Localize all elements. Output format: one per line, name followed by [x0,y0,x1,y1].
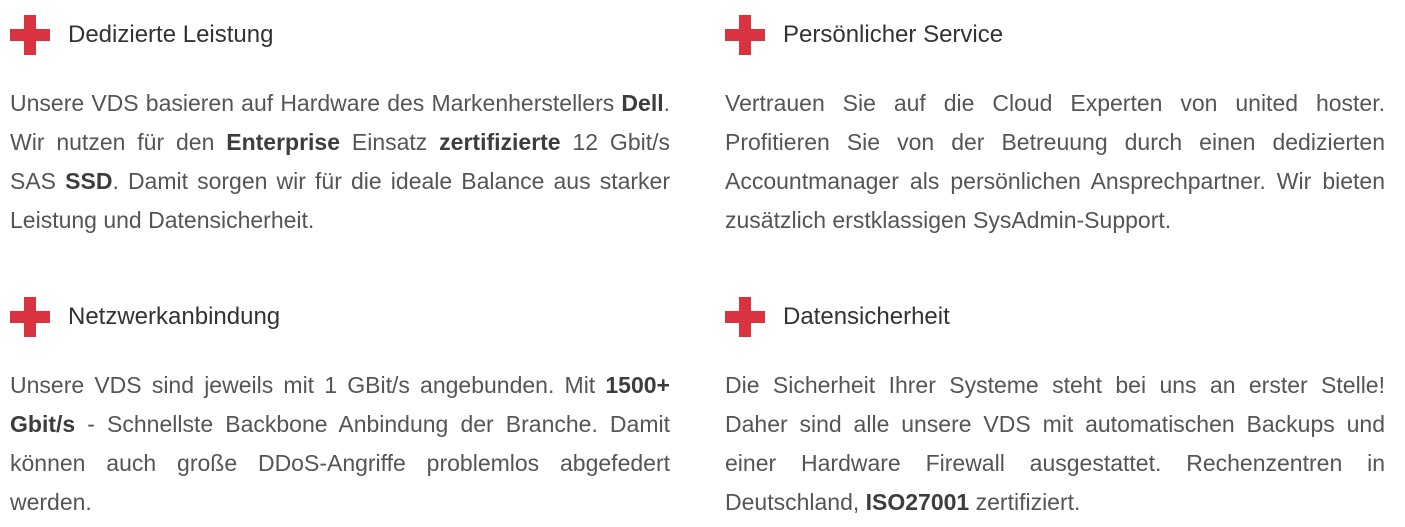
feature-network-connection: Netzwerkanbindung Unsere VDS sind jeweil… [10,296,670,522]
plus-icon [10,297,50,337]
feature-header: Datensicherheit [725,296,1385,338]
feature-description: Unsere VDS basieren auf Hardware des Mar… [10,84,670,240]
feature-header: Netzwerkanbindung [10,296,670,338]
feature-header: Persönlicher Service [725,14,1385,56]
feature-description: Die Sicherheit Ihrer Systeme steht bei u… [725,366,1385,522]
emphasis-text: Dell [621,90,664,116]
feature-description: Unsere VDS sind jeweils mit 1 GBit/s ang… [10,366,670,522]
feature-personal-service: Persönlicher Service Vertrauen Sie auf d… [725,14,1385,240]
feature-description: Vertrauen Sie auf die Cloud Experten von… [725,84,1385,240]
plus-icon [10,15,50,55]
emphasis-text: zertifizierte [439,129,561,155]
feature-data-security: Datensicherheit Die Sicherheit Ihrer Sys… [725,296,1385,522]
text-run: Einsatz [340,129,440,155]
emphasis-text: Enterprise [226,129,340,155]
plus-icon [725,297,765,337]
text-run: - Schnellste Backbone Anbindung der Bran… [10,411,670,515]
text-run: Vertrauen Sie auf die Cloud Experten von… [725,90,1385,233]
emphasis-text: SSD [65,168,113,194]
text-run: Unsere VDS basieren auf Hardware des Mar… [10,90,622,116]
feature-dedicated-performance: Dedizierte Leistung Unsere VDS basieren … [10,14,670,240]
feature-title: Dedizierte Leistung [68,21,274,48]
text-run: zertifiziert. [969,489,1081,515]
emphasis-text: ISO27001 [865,489,970,515]
text-run: Unsere VDS sind jeweils mit 1 GBit/s ang… [10,372,606,398]
feature-title: Persönlicher Service [783,21,1004,48]
plus-icon [725,15,765,55]
feature-header: Dedizierte Leistung [10,14,670,56]
feature-title: Datensicherheit [783,303,950,330]
feature-title: Netzwerkanbindung [68,303,281,330]
